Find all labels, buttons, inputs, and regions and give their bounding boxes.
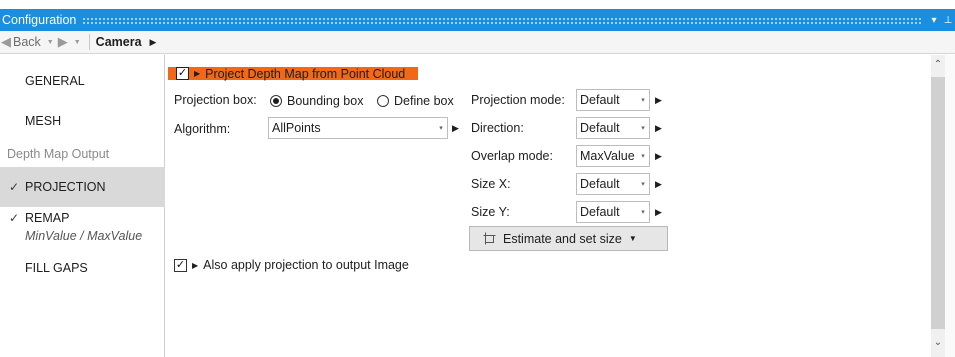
algorithm-label: Algorithm: xyxy=(174,122,231,136)
size-x-expand-arrow-icon[interactable]: ▶ xyxy=(655,179,662,190)
scroll-down-icon[interactable]: ⌄ xyxy=(931,337,945,348)
sidebar-item-general[interactable]: GENERAL xyxy=(0,72,165,90)
right-edge xyxy=(945,55,955,357)
scroll-up-icon[interactable]: ⌃ xyxy=(931,59,945,70)
define-box-label: Define box xyxy=(394,94,454,108)
overlap-mode-label: Overlap mode: xyxy=(471,149,553,163)
overlap-mode-value: MaxValue xyxy=(580,149,635,163)
direction-label: Direction: xyxy=(471,121,524,135)
chevron-down-icon: ▾ xyxy=(641,181,645,188)
section-title: Project Depth Map from Point Cloud xyxy=(205,66,406,81)
also-apply-label: Also apply projection to output Image xyxy=(203,258,409,272)
breadcrumb-chevron-icon[interactable]: ▶ xyxy=(150,37,157,48)
projection-mode-label: Projection mode: xyxy=(471,93,565,107)
chevron-down-icon: ▾ xyxy=(641,97,645,104)
expand-arrow-icon[interactable]: ▶ xyxy=(192,261,198,270)
size-y-value: Default xyxy=(580,205,620,219)
panel-title: Configuration xyxy=(2,13,77,27)
panel-menu-button[interactable]: ▾ xyxy=(927,10,941,30)
check-icon: ✓ xyxy=(8,211,19,225)
back-button[interactable]: ◀ Back xyxy=(0,34,41,50)
nav-separator xyxy=(88,34,90,50)
project-depth-map-checkbox[interactable]: ✓ xyxy=(176,67,189,80)
sidebar-item-remap-subtitle: MinValue / MaxValue xyxy=(25,229,143,243)
size-x-value: Default xyxy=(580,177,620,191)
sidebar: GENERAL MESH Depth Map Output ✓ PROJECTI… xyxy=(0,55,165,357)
scrollbar-thumb[interactable] xyxy=(931,77,945,329)
sidebar-item-fill-gaps[interactable]: FILL GAPS xyxy=(0,259,165,277)
direction-expand-arrow-icon[interactable]: ▶ xyxy=(655,123,662,134)
sidebar-section-header: Depth Map Output xyxy=(7,147,110,161)
pin-button[interactable]: ⊥ xyxy=(941,10,955,30)
estimate-button-label: Estimate and set size xyxy=(503,231,622,246)
expand-arrow-icon[interactable]: ▶ xyxy=(194,69,200,78)
projection-mode-expand-arrow-icon[interactable]: ▶ xyxy=(655,95,662,106)
size-y-label: Size Y: xyxy=(471,205,510,219)
vertical-scrollbar[interactable]: ⌃ ⌄ xyxy=(931,55,945,357)
chevron-down-icon: ▾ xyxy=(641,153,645,160)
sidebar-item-label: FILL GAPS xyxy=(25,261,88,275)
projection-box-label: Projection box: xyxy=(174,93,257,107)
algorithm-dropdown[interactable]: AllPoints ▾ xyxy=(268,117,448,139)
sidebar-item-projection[interactable]: ✓ PROJECTION xyxy=(0,167,165,207)
direction-dropdown[interactable]: Default ▾ xyxy=(576,117,650,139)
sidebar-item-remap[interactable]: ✓ REMAP xyxy=(0,209,165,227)
button-dropdown-icon: ▼ xyxy=(628,234,637,243)
also-apply-option[interactable]: ✓ ▶ Also apply projection to output Imag… xyxy=(174,258,409,272)
define-box-radio[interactable] xyxy=(377,95,389,107)
back-arrow-icon: ◀ xyxy=(1,34,11,49)
size-y-expand-arrow-icon[interactable]: ▶ xyxy=(655,207,662,218)
sidebar-item-label: REMAP xyxy=(25,211,70,225)
section-header-highlight: ✓ ▶ Project Depth Map from Point Cloud xyxy=(168,66,418,81)
overlap-mode-expand-arrow-icon[interactable]: ▶ xyxy=(655,151,662,162)
breadcrumb-camera[interactable]: Camera xyxy=(96,35,142,49)
sidebar-item-label: PROJECTION xyxy=(25,180,106,194)
sidebar-item-label: MESH xyxy=(25,114,62,128)
also-apply-checkbox[interactable]: ✓ xyxy=(174,258,187,272)
top-strip xyxy=(0,0,955,9)
panel-titlebar: Configuration ▾ ⊥ xyxy=(0,9,955,31)
back-label: Back xyxy=(13,35,41,49)
algorithm-value: AllPoints xyxy=(272,121,321,135)
sidebar-item-mesh[interactable]: MESH xyxy=(0,112,165,130)
bounding-box-radio-option[interactable]: Bounding box xyxy=(270,94,363,108)
algorithm-expand-arrow-icon[interactable]: ▶ xyxy=(452,123,459,134)
size-y-dropdown[interactable]: Default ▾ xyxy=(576,201,650,223)
direction-value: Default xyxy=(580,121,620,135)
bounding-box-radio[interactable] xyxy=(270,95,282,107)
main-content: ✓ ▶ Project Depth Map from Point Cloud P… xyxy=(166,55,931,357)
projection-mode-dropdown[interactable]: Default ▾ xyxy=(576,89,650,111)
titlebar-grip xyxy=(82,16,921,24)
check-icon: ✓ xyxy=(8,180,19,194)
chevron-down-icon: ▾ xyxy=(641,125,645,132)
chevron-down-icon: ▾ xyxy=(641,209,645,216)
projection-mode-value: Default xyxy=(580,93,620,107)
estimate-and-set-size-button[interactable]: Estimate and set size ▼ xyxy=(469,226,668,251)
estimate-size-icon xyxy=(483,232,496,245)
chevron-down-icon: ▾ xyxy=(439,125,443,132)
size-x-dropdown[interactable]: Default ▾ xyxy=(576,173,650,195)
sidebar-item-label: GENERAL xyxy=(25,74,85,88)
navigation-bar: ◀ Back ▼ ▶ ▼ Camera ▶ xyxy=(0,31,955,54)
size-x-label: Size X: xyxy=(471,177,511,191)
forward-button[interactable]: ▶ xyxy=(58,34,68,50)
bounding-box-label: Bounding box xyxy=(287,94,364,108)
forward-history-dropdown-icon[interactable]: ▼ xyxy=(74,39,81,46)
overlap-mode-dropdown[interactable]: MaxValue ▾ xyxy=(576,145,650,167)
back-history-dropdown-icon[interactable]: ▼ xyxy=(47,39,54,46)
define-box-radio-option[interactable]: Define box xyxy=(377,94,454,108)
